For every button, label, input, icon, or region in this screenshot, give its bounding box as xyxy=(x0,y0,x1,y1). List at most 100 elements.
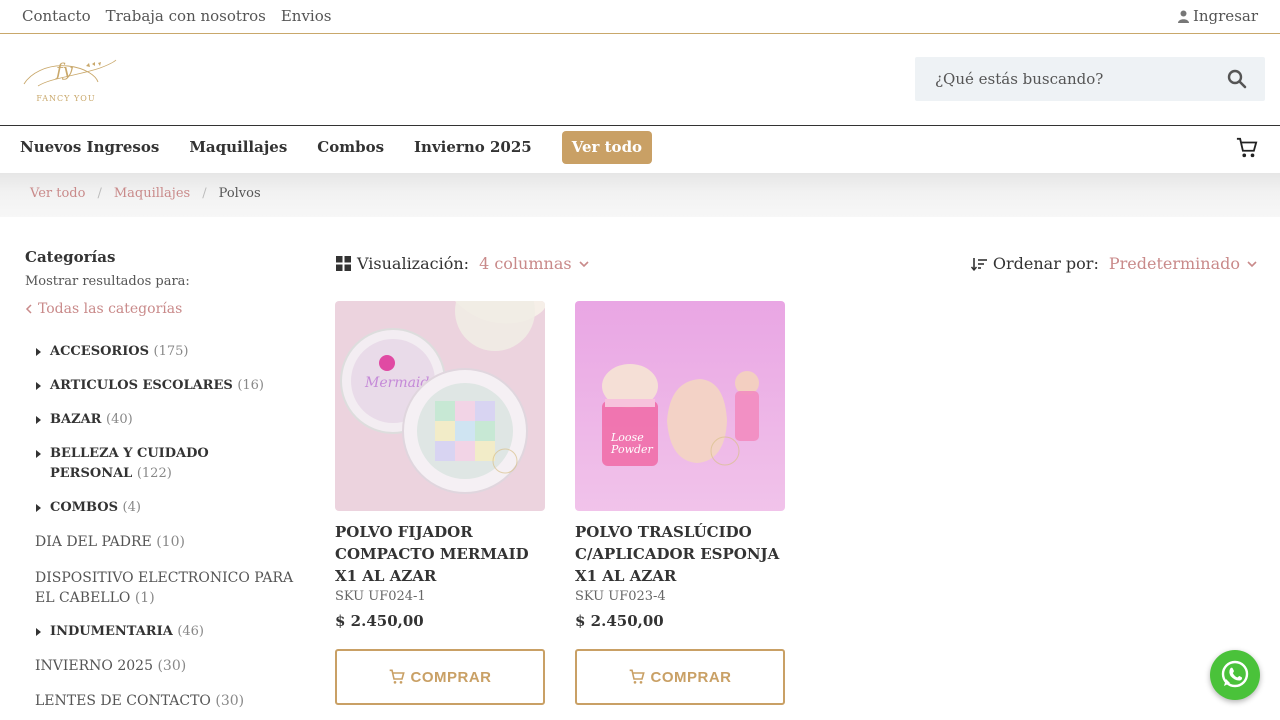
cart-button[interactable] xyxy=(1236,137,1258,159)
category-count: (122) xyxy=(136,466,172,481)
view-label: Visualización: xyxy=(357,254,470,273)
category-count: (30) xyxy=(215,693,245,709)
product-photo-translucent-powder: Loose Powder xyxy=(575,301,785,511)
cart-icon xyxy=(629,669,645,684)
category-count: (10) xyxy=(156,534,185,550)
nav-item-new-arrivals[interactable]: Nuevos Ingresos xyxy=(20,131,159,164)
buy-label: COMPRAR xyxy=(410,668,492,686)
category-name: INVIERNO 2025 xyxy=(35,658,153,674)
view-all-button[interactable]: Ver todo xyxy=(561,131,653,164)
user-icon xyxy=(1177,10,1189,23)
caret-right-icon xyxy=(36,382,41,390)
sort-value: Predeterminado xyxy=(1108,254,1240,273)
search-icon xyxy=(1227,69,1247,89)
category-item-invierno-2025[interactable]: INVIERNO 2025 (30) xyxy=(35,656,295,676)
login-label: Ingresar xyxy=(1192,7,1258,25)
cart-icon xyxy=(1236,137,1258,158)
category-name: BAZAR xyxy=(50,412,102,427)
shipping-link[interactable]: Envios xyxy=(281,7,332,25)
category-name: ARTICULOS ESCOLARES xyxy=(50,378,233,393)
category-count: (30) xyxy=(157,658,187,674)
category-count: (175) xyxy=(153,344,189,359)
sort-label: Ordenar por: xyxy=(992,254,1099,273)
category-name: COMBOS xyxy=(50,500,119,515)
chevron-left-icon xyxy=(25,304,32,314)
category-count: (40) xyxy=(106,412,133,427)
product-price: $ 2.450,00 xyxy=(575,612,664,630)
view-selector[interactable]: Visualización: 4 columnas xyxy=(336,254,590,273)
main-nav: Nuevos Ingresos Maquillajes Combos Invie… xyxy=(0,126,1280,173)
nav-item-makeup[interactable]: Maquillajes xyxy=(189,131,287,164)
nav-item-winter-2025[interactable]: Invierno 2025 xyxy=(414,131,532,164)
breadcrumb-separator: / xyxy=(97,186,102,201)
sidebar-title: Categorías xyxy=(25,248,116,266)
login-link[interactable]: Ingresar xyxy=(1177,7,1258,25)
category-sidebar: Categorías Mostrar resultados para: Toda… xyxy=(25,248,295,317)
product-price: $ 2.450,00 xyxy=(335,612,424,630)
category-count: (1) xyxy=(134,590,155,606)
category-item-belleza[interactable]: BELLEZA Y CUIDADO PERSONAL (122) xyxy=(36,444,295,484)
category-item-accesorios[interactable]: ACCESORIOS (175) xyxy=(36,342,295,362)
svg-text:fy: fy xyxy=(54,60,74,81)
breadcrumb-view-all[interactable]: Ver todo xyxy=(30,186,85,201)
product-image[interactable]: Loose Powder xyxy=(575,301,785,511)
category-item-dia-del-padre[interactable]: DIA DEL PADRE (10) xyxy=(35,532,295,552)
work-with-us-link[interactable]: Trabaja con nosotros xyxy=(106,7,266,25)
category-item-lentes-de-contacto[interactable]: LENTES DE CONTACTO (30) xyxy=(35,691,295,711)
breadcrumb-current: Polvos xyxy=(218,186,261,201)
product-card: Loose Powder POLVO TRASLÚCIDO C/APLICADO… xyxy=(575,301,785,630)
breadcrumb-separator: / xyxy=(202,186,207,201)
whatsapp-button[interactable] xyxy=(1210,650,1260,700)
view-value: 4 columnas xyxy=(479,254,572,273)
store-logo[interactable]: fy FANCY YOU xyxy=(16,52,120,108)
logo-monogram-icon: fy xyxy=(23,59,117,87)
buy-button[interactable]: COMPRAR xyxy=(575,649,785,705)
buy-label: COMPRAR xyxy=(650,668,732,686)
breadcrumb: Ver todo / Maquillajes / Polvos xyxy=(0,173,1280,217)
search-input[interactable] xyxy=(915,57,1215,101)
product-name[interactable]: POLVO TRASLÚCIDO C/APLICADOR ESPONJA X1 … xyxy=(575,521,785,587)
top-links: Contacto Trabaja con nosotros Envios xyxy=(22,7,331,25)
product-photo-compact-powder: Mermaid xyxy=(335,301,545,511)
breadcrumb-makeup[interactable]: Maquillajes xyxy=(114,186,190,201)
contact-link[interactable]: Contacto xyxy=(22,7,91,25)
category-item-articulos-escolares[interactable]: ARTICULOS ESCOLARES (16) xyxy=(36,376,295,396)
caret-right-icon xyxy=(36,628,41,636)
category-item-bazar[interactable]: BAZAR (40) xyxy=(36,410,295,430)
product-sku: SKU UF024-1 xyxy=(335,589,426,604)
sort-selector[interactable]: Ordenar por: Predeterminado xyxy=(970,254,1258,273)
logo-text: FANCY YOU xyxy=(36,94,96,103)
top-bar: Contacto Trabaja con nosotros Envios Ing… xyxy=(0,0,1280,34)
category-count: (46) xyxy=(177,624,204,639)
category-count: (16) xyxy=(237,378,264,393)
nav-items: Nuevos Ingresos Maquillajes Combos Invie… xyxy=(20,131,653,164)
all-categories-link[interactable]: Todas las categorías xyxy=(25,301,295,317)
whatsapp-icon xyxy=(1221,660,1249,688)
product-sku: SKU UF023-4 xyxy=(575,589,666,604)
category-item-indumentaria[interactable]: INDUMENTARIA (46) xyxy=(36,622,295,642)
nav-item-combos[interactable]: Combos xyxy=(317,131,384,164)
buy-button[interactable]: COMPRAR xyxy=(335,649,545,705)
search-button[interactable] xyxy=(1227,69,1247,89)
category-name: LENTES DE CONTACTO xyxy=(35,693,211,709)
category-name: DIA DEL PADRE xyxy=(35,534,152,550)
category-name: ACCESORIOS xyxy=(50,344,149,359)
all-categories-label: Todas las categorías xyxy=(38,301,183,317)
sidebar-subtitle: Mostrar resultados para: xyxy=(25,274,190,289)
category-name: INDUMENTARIA xyxy=(50,624,173,639)
caret-right-icon xyxy=(36,504,41,512)
svg-text:Powder: Powder xyxy=(610,443,654,456)
category-item-dispositivo-electronico[interactable]: DISPOSITIVO ELECTRONICO PARA EL CABELLO … xyxy=(35,568,295,608)
category-name: DISPOSITIVO ELECTRONICO PARA EL CABELLO xyxy=(35,570,294,606)
chevron-down-icon xyxy=(579,260,589,267)
caret-right-icon xyxy=(36,416,41,424)
product-card: Mermaid POLVO FIJADOR COMPACTO MERMAID X… xyxy=(335,301,545,630)
sort-icon xyxy=(970,257,987,271)
chevron-down-icon xyxy=(1247,260,1257,267)
header: fy FANCY YOU xyxy=(0,34,1280,126)
search-bar xyxy=(915,57,1265,101)
product-name[interactable]: POLVO FIJADOR COMPACTO MERMAID X1 AL AZA… xyxy=(335,521,545,587)
category-item-combos[interactable]: COMBOS (4) xyxy=(36,498,295,518)
caret-right-icon xyxy=(36,450,41,458)
product-image[interactable]: Mermaid xyxy=(335,301,545,511)
